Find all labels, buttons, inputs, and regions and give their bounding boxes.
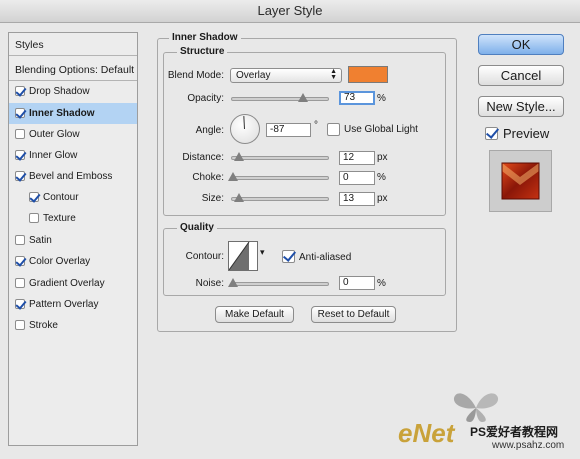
color-overlay-checkbox[interactable] (15, 256, 25, 266)
global-light-checkbox[interactable] (327, 123, 340, 136)
sidebar-item-inner-glow[interactable]: Inner Glow (9, 145, 137, 166)
sidebar-item-label: Gradient Overlay (29, 278, 105, 289)
sidebar-item-drop-shadow[interactable]: Drop Shadow (9, 81, 137, 102)
watermark-logo: eNet (398, 418, 455, 448)
choke-unit: % (377, 172, 386, 183)
contour-dropdown-icon[interactable]: ▾ (260, 247, 265, 258)
sidebar-item-satin[interactable]: Satin (9, 230, 137, 251)
distance-unit: px (377, 152, 388, 163)
window-title: Layer Style (0, 0, 580, 23)
sidebar-item-gradient-overlay[interactable]: Gradient Overlay (9, 273, 137, 294)
texture-checkbox[interactable] (29, 213, 39, 223)
angle-dial[interactable] (230, 114, 260, 144)
new-style-button[interactable]: New Style... (478, 96, 564, 117)
opacity-slider[interactable] (231, 93, 329, 102)
opacity-slider-thumb[interactable] (298, 93, 308, 102)
reset-default-button[interactable]: Reset to Default (311, 306, 396, 323)
choke-input[interactable]: 0 (339, 171, 375, 185)
size-input[interactable]: 13 (339, 192, 375, 206)
make-default-button[interactable]: Make Default (215, 306, 294, 323)
cancel-button[interactable]: Cancel (478, 65, 564, 86)
sidebar-item-inner-shadow[interactable]: Inner Shadow (9, 103, 137, 124)
ok-button[interactable]: OK (478, 34, 564, 55)
preview-swatch-icon (501, 162, 540, 200)
angle-unit: ° (314, 120, 318, 131)
sidebar-item-label: Texture (43, 213, 76, 224)
opacity-label: Opacity: (187, 93, 224, 104)
sidebar-item-label: Inner Glow (29, 150, 78, 161)
stroke-checkbox[interactable] (15, 320, 25, 330)
contour-checkbox[interactable] (29, 192, 39, 202)
watermark-site: PS爱好者教程网 (470, 425, 559, 439)
sidebar-item-label: Inner Shadow (29, 108, 95, 119)
size-unit: px (377, 193, 388, 204)
sidebar-item-bevel-emboss[interactable]: Bevel and Emboss (9, 166, 137, 187)
sidebar-item-stroke[interactable]: Stroke (9, 315, 137, 336)
styles-list: Styles Blending Options: Default Drop Sh… (8, 32, 138, 446)
sidebar-item-label: Satin (29, 235, 52, 246)
pattern-overlay-checkbox[interactable] (15, 299, 25, 309)
contour-label: Contour: (185, 251, 224, 262)
noise-slider[interactable] (228, 278, 329, 287)
sidebar-item-contour[interactable]: Contour (9, 187, 137, 208)
preview-checkbox[interactable] (485, 127, 498, 140)
sidebar-item-label: Stroke (29, 320, 58, 331)
inner-glow-checkbox[interactable] (15, 150, 25, 160)
bevel-emboss-checkbox[interactable] (15, 171, 25, 181)
sidebar-item-label: Contour (43, 192, 79, 203)
distance-label: Distance: (182, 152, 224, 163)
styles-header[interactable]: Styles (9, 35, 137, 56)
quality-title: Quality (177, 222, 217, 233)
butterfly-watermark-icon (453, 393, 499, 422)
anti-aliased-checkbox[interactable] (282, 250, 295, 263)
noise-slider-thumb[interactable] (228, 278, 238, 287)
sidebar-item-label: Pattern Overlay (29, 299, 99, 310)
choke-slider-thumb[interactable] (228, 172, 238, 181)
noise-input[interactable]: 0 (339, 276, 375, 290)
blend-mode-label: Blend Mode: (167, 70, 224, 81)
shadow-color-swatch[interactable] (348, 66, 388, 83)
sidebar-item-label: Bevel and Emboss (29, 171, 113, 182)
preview-label: Preview (503, 126, 550, 141)
drop-shadow-checkbox[interactable] (15, 86, 25, 96)
size-slider[interactable] (231, 193, 329, 202)
size-label: Size: (201, 193, 224, 204)
watermark-url: www.psahz.com (492, 440, 565, 451)
anti-aliased-label: Anti-aliased (299, 252, 352, 263)
contour-picker[interactable] (228, 241, 258, 271)
angle-input[interactable]: -87 (266, 123, 311, 137)
distance-input[interactable]: 12 (339, 151, 375, 165)
select-arrows-icon: ▲ ▼ (330, 68, 337, 81)
sidebar-item-color-overlay[interactable]: Color Overlay (9, 251, 137, 272)
angle-needle-icon (243, 116, 245, 130)
preview-thumbnail (489, 150, 552, 212)
structure-title: Structure (177, 46, 228, 57)
inner-shadow-checkbox[interactable] (15, 108, 25, 118)
noise-label: Noise: (195, 278, 224, 289)
choke-slider[interactable] (228, 172, 329, 181)
angle-label: Angle: (195, 125, 224, 136)
sidebar-item-label: Color Overlay (29, 256, 91, 267)
blend-mode-value: Overlay (236, 70, 271, 81)
opacity-input[interactable]: 73 (339, 91, 375, 105)
size-slider-thumb[interactable] (234, 193, 244, 202)
opacity-unit: % (377, 93, 386, 104)
satin-checkbox[interactable] (15, 235, 25, 245)
distance-slider[interactable] (231, 152, 329, 161)
outer-glow-checkbox[interactable] (15, 129, 25, 139)
blending-options-item[interactable]: Blending Options: Default (9, 60, 137, 81)
panel-title: Inner Shadow (169, 32, 241, 43)
contour-curve-icon (229, 242, 250, 270)
noise-unit: % (377, 278, 386, 289)
sidebar-item-label: Outer Glow (29, 129, 80, 140)
sidebar-item-pattern-overlay[interactable]: Pattern Overlay (9, 294, 137, 315)
sidebar-item-texture[interactable]: Texture (9, 208, 137, 229)
sidebar-item-outer-glow[interactable]: Outer Glow (9, 124, 137, 145)
choke-label: Choke: (192, 172, 224, 183)
blend-mode-select[interactable]: Overlay ▲ ▼ (230, 68, 342, 83)
sidebar-item-label: Drop Shadow (29, 86, 90, 97)
gradient-overlay-checkbox[interactable] (15, 278, 25, 288)
distance-slider-thumb[interactable] (234, 152, 244, 161)
global-light-label: Use Global Light (344, 124, 418, 135)
